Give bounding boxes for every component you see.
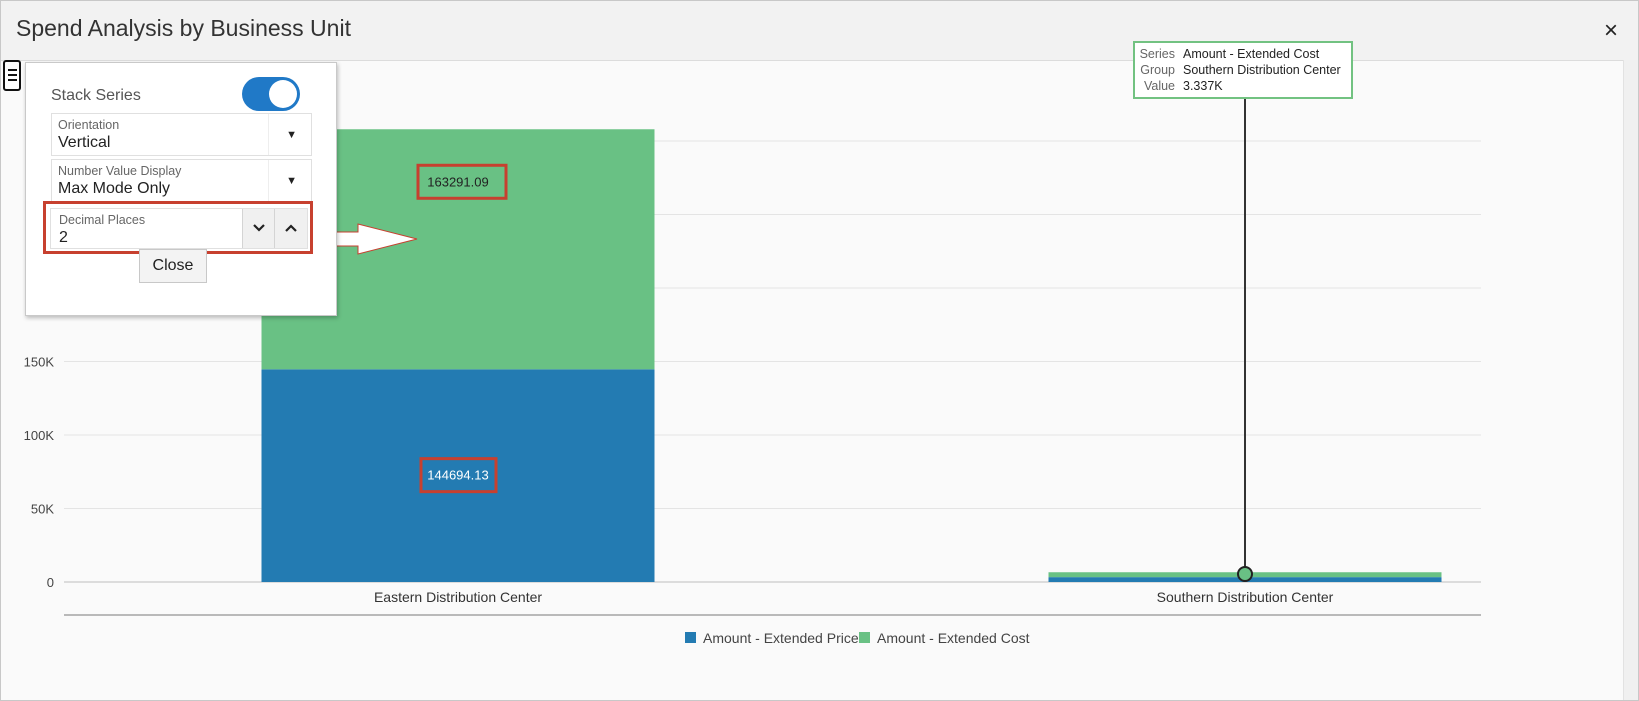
y-tick-label: 100K (24, 428, 55, 443)
decimal-places-label: Decimal Places (59, 213, 146, 227)
stack-series-label: Stack Series (51, 87, 141, 104)
toggle-knob (269, 80, 297, 108)
y-tick-label: 150K (24, 355, 55, 370)
orientation-label: Orientation (58, 118, 120, 132)
y-tick-label: 50K (31, 502, 54, 517)
data-label: 144694.13 (427, 468, 488, 483)
number-value-display-value: Max Mode Only (58, 180, 171, 197)
legend-swatch (685, 632, 696, 643)
legend-label[interactable]: Amount - Extended Cost (877, 630, 1030, 646)
x-category-label: Southern Distribution Center (1157, 589, 1334, 605)
close-icon[interactable]: × (1604, 19, 1618, 43)
orientation-select[interactable]: Orientation Vertical ▼ (51, 113, 312, 156)
decimal-places-value: 2 (59, 229, 68, 246)
number-value-display-label: Number Value Display (58, 164, 182, 178)
chevron-down-icon[interactable]: ▼ (286, 175, 297, 187)
dialog-title: Spend Analysis by Business Unit (16, 15, 351, 41)
close-button[interactable]: Close (139, 249, 207, 283)
tooltip-group-key: Group (1140, 63, 1175, 77)
chart-tooltip: Series Amount - Extended Cost Group Sout… (1133, 41, 1353, 99)
hamburger-menu-icon[interactable] (3, 60, 21, 91)
dialog: Spend Analysis by Business Unit × 0 50K 10… (0, 0, 1639, 701)
tooltip-series-value: Amount - Extended Cost (1183, 47, 1320, 61)
tooltip-series-key: Series (1139, 47, 1175, 61)
decimal-places-input[interactable]: Decimal Places 2 (50, 208, 308, 249)
chevron-down-icon (253, 224, 265, 232)
tooltip-value-row: Value 3.337K (1135, 79, 1351, 95)
tooltip-group-row: Group Southern Distribution Center (1135, 63, 1351, 79)
legend-swatch (859, 632, 870, 643)
data-label: 163291.09 (427, 174, 488, 189)
legend-label[interactable]: Amount - Extended Price (703, 630, 859, 646)
y-axis-ticks: 0 50K 100K 150K (24, 355, 55, 591)
y-tick-label: 0 (47, 575, 54, 590)
legend: Amount - Extended Price Amount - Extended… (685, 630, 1030, 646)
x-axis-labels: Eastern Distribution Center Southern Dist… (374, 589, 1334, 605)
tooltip-group-value: Southern Distribution Center (1183, 63, 1341, 77)
increment-button[interactable] (274, 209, 307, 248)
stack-series-toggle[interactable] (242, 77, 300, 111)
chevron-up-icon (285, 224, 297, 232)
x-category-label: Eastern Distribution Center (374, 589, 542, 605)
orientation-value: Vertical (58, 134, 111, 151)
scrollbar[interactable] (1623, 60, 1638, 700)
chevron-down-icon[interactable]: ▼ (286, 129, 297, 141)
number-value-display-select[interactable]: Number Value Display Max Mode Only ▼ (51, 159, 312, 202)
decrement-button[interactable] (242, 209, 275, 248)
tooltip-value-key: Value (1143, 79, 1175, 93)
chart-options-panel: Stack Series Orientation Vertical ▼ Numb… (25, 62, 337, 316)
tooltip-series-row: Series Amount - Extended Cost (1135, 47, 1351, 63)
decimal-places-highlight: Decimal Places 2 (43, 201, 313, 254)
tooltip-value-value: 3.337K (1183, 79, 1223, 93)
dialog-titlebar: Spend Analysis by Business Unit × (1, 1, 1638, 61)
